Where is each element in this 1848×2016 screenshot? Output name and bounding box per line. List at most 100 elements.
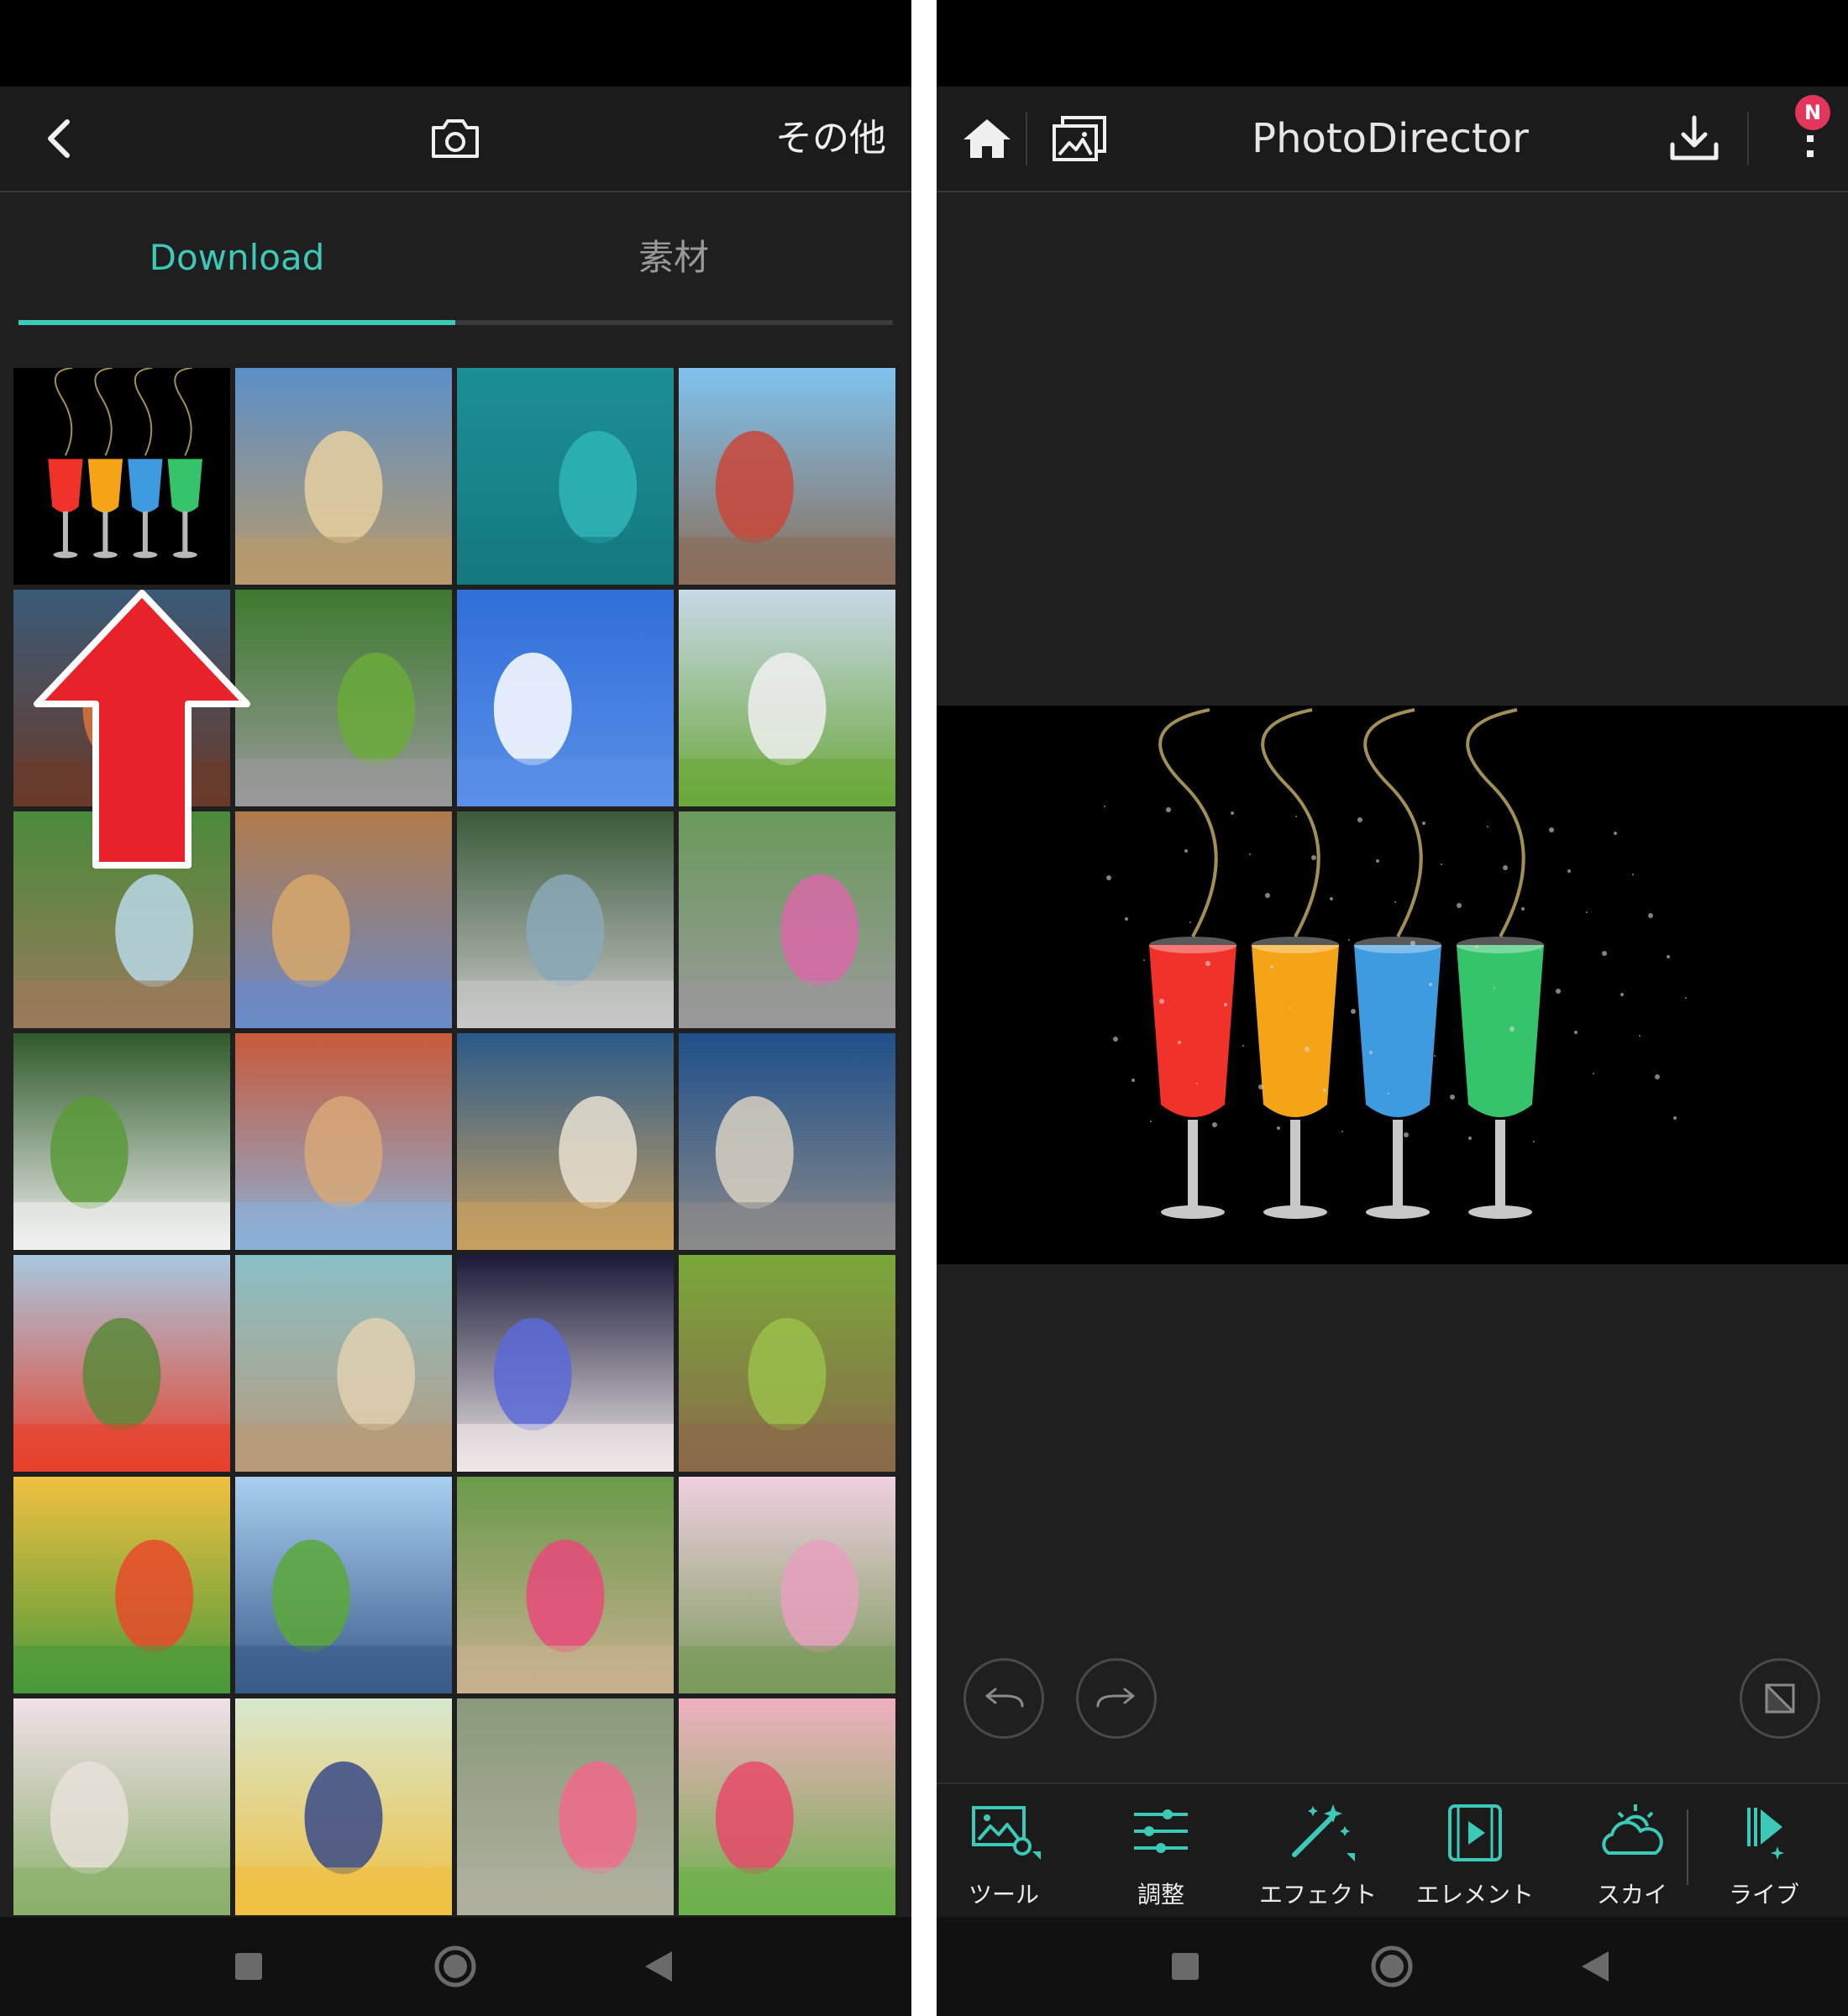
left-screen: その他 Download 素材 — [0, 0, 911, 2016]
notification-badge: N — [1795, 95, 1830, 130]
photo-thumbnail-woman-at-river[interactable] — [457, 811, 674, 1028]
tool-tools[interactable]: ツール — [937, 1801, 1071, 1910]
tool-sky[interactable]: スカイ — [1565, 1801, 1699, 1910]
system-nav-bar — [0, 1917, 911, 2016]
tab-download[interactable]: Download — [18, 233, 455, 283]
tab-material[interactable]: 素材 — [455, 233, 892, 283]
cocktail-glasses-photo — [937, 706, 1848, 1264]
photo-thumbnail-stone-alley[interactable] — [235, 811, 452, 1028]
back-button[interactable] — [25, 105, 92, 172]
photo-thumbnail-birthday-cake[interactable] — [457, 1255, 674, 1472]
home-icon — [963, 119, 1011, 158]
girl-with-clover-image — [679, 1698, 895, 1915]
gallery-icon — [1053, 116, 1106, 161]
home-nav-button[interactable] — [405, 1917, 506, 2016]
red-up-arrow-icon — [34, 590, 250, 869]
editor-top-bar: PhotoDirector N — [937, 87, 1848, 192]
home-button[interactable] — [953, 105, 1021, 172]
photo-thumbnail-laughing-baby[interactable] — [13, 1698, 230, 1915]
photo-thumbnail-harbor-ferry[interactable] — [457, 1033, 674, 1250]
photo-thumbnail-boy-on-bicycle[interactable] — [235, 590, 452, 806]
camera-icon — [432, 119, 479, 158]
rabbit-in-grass-image — [679, 1255, 895, 1472]
photo-thumbnail-boy-with-net[interactable] — [679, 811, 895, 1028]
right-screen: PhotoDirector N ツール 調整 エフェクト エレメント スカイ ラ… — [937, 0, 1848, 2016]
photo-thumbnail-poppy-flowers[interactable] — [13, 1255, 230, 1472]
compare-button[interactable] — [1740, 1658, 1820, 1739]
photo-thumbnail-toddler-kicking-ball[interactable] — [13, 1033, 230, 1250]
photo-thumbnail-ocean-surfer[interactable] — [457, 368, 674, 585]
triangle-icon — [645, 1951, 672, 1982]
photo-thumbnail-toddler-in-vest[interactable] — [235, 1698, 452, 1915]
square-icon — [235, 1953, 262, 1980]
photo-thumbnail-rabbit-in-grass[interactable] — [679, 1255, 895, 1472]
sliders-icon — [1134, 1809, 1188, 1853]
rocky-coast-image — [679, 1033, 895, 1250]
home-nav-button[interactable] — [1341, 1917, 1442, 2016]
photo-thumbnail-beach-jump[interactable] — [235, 1255, 452, 1472]
camera-button[interactable] — [420, 103, 491, 174]
tool-label: スカイ — [1596, 1881, 1667, 1908]
cocktail-glasses-image — [13, 368, 230, 585]
source-tabs: Download 素材 — [0, 192, 911, 327]
more-button[interactable]: その他 — [775, 112, 886, 165]
woman-at-river-image — [457, 811, 674, 1028]
tool-element[interactable]: エレメント — [1408, 1801, 1542, 1910]
toolbar-divider — [1687, 1809, 1688, 1885]
photo-thumbnail-train-station-backpacker[interactable] — [679, 368, 895, 585]
tool-live[interactable]: ライブ — [1697, 1801, 1831, 1910]
live-play-icon — [1747, 1808, 1784, 1860]
boy-in-garden-image — [457, 1477, 674, 1693]
square-icon — [1172, 1953, 1199, 1980]
photo-thumbnail-woman-in-cosmos[interactable] — [679, 1477, 895, 1693]
laughing-baby-image — [13, 1698, 230, 1915]
photo-canvas[interactable] — [937, 706, 1848, 1264]
blue-sky-clouds-image — [457, 590, 674, 806]
back-nav-button[interactable] — [608, 1917, 709, 2016]
save-download-button[interactable] — [1659, 105, 1730, 172]
recent-apps-button[interactable] — [1135, 1917, 1236, 2016]
circle-icon — [1371, 1945, 1413, 1987]
gallery-button[interactable] — [1044, 103, 1115, 174]
photo-thumbnail-butterfly-flowers[interactable] — [13, 1477, 230, 1693]
photo-thumbnail-girl-on-swing[interactable] — [235, 1477, 452, 1693]
back-chevron-icon — [48, 119, 70, 158]
boy-with-net-image — [679, 811, 895, 1028]
harbor-ferry-image — [457, 1033, 674, 1250]
toddler-kicking-ball-image — [13, 1033, 230, 1250]
editor-toolbar: ツール 調整 エフェクト エレメント スカイ ライブ — [937, 1782, 1848, 1919]
toddler-in-vest-image — [235, 1698, 452, 1915]
butterfly-flowers-image — [13, 1477, 230, 1693]
boy-on-bicycle-image — [235, 590, 452, 806]
active-tab-indicator — [18, 320, 455, 325]
photo-thumbnail-girl-with-flower-crown[interactable] — [457, 1698, 674, 1915]
redo-arrow-icon — [1096, 1688, 1135, 1708]
train-station-backpacker-image — [679, 368, 895, 585]
photo-thumbnail-boy-in-garden[interactable] — [457, 1477, 674, 1693]
header-divider — [1747, 112, 1749, 165]
tool-label: ツール — [968, 1881, 1039, 1908]
girl-on-swing-image — [235, 1477, 452, 1693]
redo-button[interactable] — [1076, 1658, 1157, 1739]
download-icon — [1670, 115, 1719, 160]
photo-thumbnail-girl-with-clover[interactable] — [679, 1698, 895, 1915]
element-play-icon — [1448, 1804, 1502, 1861]
photo-thumbnail-cocktail-glasses[interactable] — [13, 368, 230, 585]
recent-apps-button[interactable] — [198, 1917, 299, 2016]
magic-wand-icon — [1292, 1804, 1355, 1861]
birthday-cake-image — [457, 1255, 674, 1472]
photo-thumbnail-rocky-coast[interactable] — [679, 1033, 895, 1250]
tool-adjust[interactable]: 調整 — [1094, 1801, 1228, 1910]
sky-icon — [1602, 1804, 1663, 1855]
beach-handstand-image — [235, 368, 452, 585]
back-nav-button[interactable] — [1545, 1917, 1646, 2016]
tool-effect[interactable]: エフェクト — [1251, 1801, 1385, 1910]
photo-thumbnail-blue-sky-clouds[interactable] — [457, 590, 674, 806]
status-bar — [0, 0, 911, 87]
tool-label: エフェクト — [1258, 1881, 1377, 1908]
photo-thumbnail-beach-handstand[interactable] — [235, 368, 452, 585]
top-bar: その他 — [0, 87, 911, 192]
photo-thumbnail-old-town-tower[interactable] — [235, 1033, 452, 1250]
undo-button[interactable] — [963, 1658, 1044, 1739]
photo-thumbnail-girl-with-camera[interactable] — [679, 590, 895, 806]
